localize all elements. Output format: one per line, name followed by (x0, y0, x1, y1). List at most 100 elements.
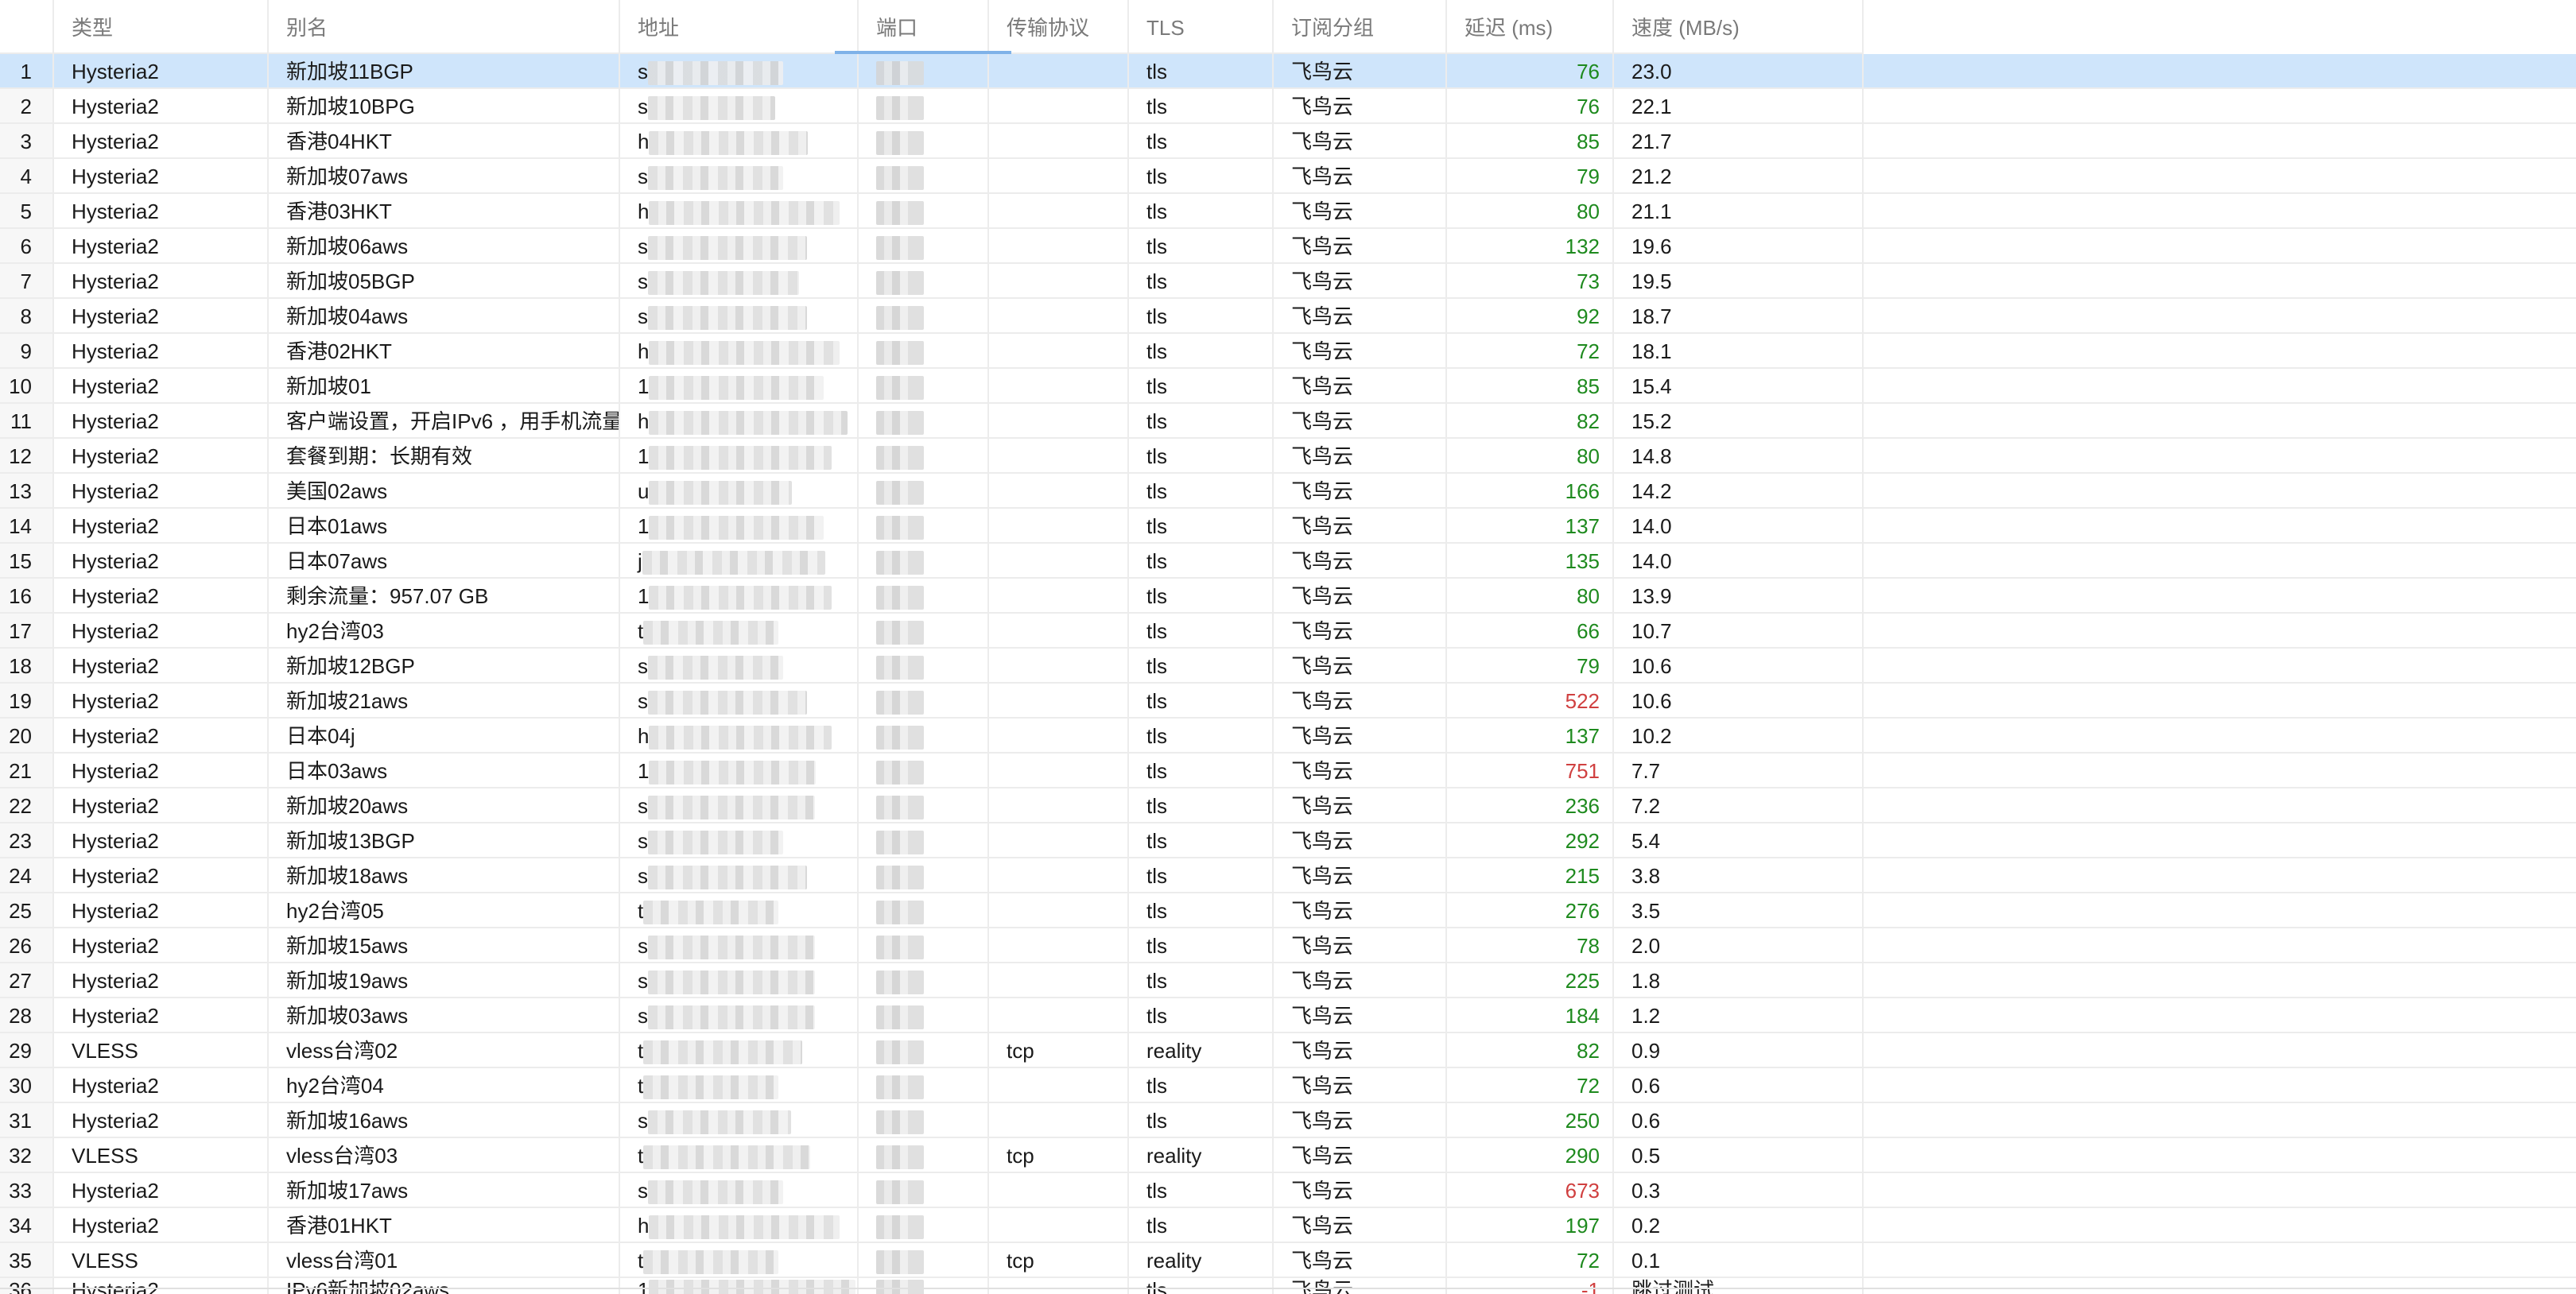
cell-idx: 12 (0, 439, 54, 472)
table-row[interactable]: 18 Hysteria2 新加坡12BGP s tls 飞鸟云 79 10.6 (0, 649, 2576, 684)
table-row[interactable]: 36 Hysteria2 IPv6新加坡02aws 1 tls 飞鸟云 -1 跳过测试 (0, 1278, 2576, 1294)
table-row[interactable]: 22 Hysteria2 新加坡20aws s tls 飞鸟云 236 7.2 (0, 788, 2576, 823)
table-row[interactable]: 26 Hysteria2 新加坡15aws s tls 飞鸟云 78 2.0 (0, 928, 2576, 963)
cell-alias: 香港01HKT (269, 1208, 620, 1242)
header-speed[interactable]: 速度 (MB/s) (1614, 0, 1864, 52)
cell-latency: 76 (1447, 89, 1614, 122)
cell-speed: 0.3 (1614, 1173, 1864, 1207)
cell-port (859, 1208, 989, 1242)
redacted-port (876, 656, 924, 680)
table-row[interactable]: 31 Hysteria2 新加坡16aws s tls 飞鸟云 250 0.6 (0, 1103, 2576, 1138)
table-row[interactable]: 7 Hysteria2 新加坡05BGP s tls 飞鸟云 73 19.5 (0, 264, 2576, 299)
table-row[interactable]: 29 VLESS vless台湾02 t tcp reality 飞鸟云 82 0.9 (0, 1033, 2576, 1068)
table-row[interactable]: 13 Hysteria2 美国02aws u tls 飞鸟云 166 14.2 (0, 474, 2576, 509)
cell-idx: 24 (0, 858, 54, 892)
table-row[interactable]: 33 Hysteria2 新加坡17aws s tls 飞鸟云 673 0.3 (0, 1173, 2576, 1208)
cell-group: 飞鸟云 (1274, 1173, 1447, 1207)
address-visible-char: s (638, 1109, 648, 1133)
cell-alias: hy2台湾04 (269, 1068, 620, 1102)
header-latency[interactable]: 延迟 (ms) (1447, 0, 1614, 52)
cell-group: 飞鸟云 (1274, 823, 1447, 857)
table-row[interactable]: 20 Hysteria2 日本04j h tls 飞鸟云 137 10.2 (0, 719, 2576, 754)
redacted-port (876, 61, 924, 86)
table-row[interactable]: 30 Hysteria2 hy2台湾04 t tls 飞鸟云 72 0.6 (0, 1068, 2576, 1103)
cell-transport (989, 404, 1129, 437)
cell-alias: vless台湾01 (269, 1243, 620, 1277)
table-row[interactable]: 12 Hysteria2 套餐到期：长期有效 1 tls 飞鸟云 80 14.8 (0, 439, 2576, 474)
table-row[interactable]: 27 Hysteria2 新加坡19aws s tls 飞鸟云 225 1.8 (0, 963, 2576, 998)
redacted-port (876, 166, 924, 191)
cell-group: 飞鸟云 (1274, 159, 1447, 192)
table-row[interactable]: 35 VLESS vless台湾01 t tcp reality 飞鸟云 72 0.1 (0, 1243, 2576, 1278)
header-group[interactable]: 订阅分组 (1274, 0, 1447, 52)
redacted-address (643, 901, 779, 925)
address-visible-char: s (638, 60, 648, 83)
table-row[interactable]: 25 Hysteria2 hy2台湾05 t tls 飞鸟云 276 3.5 (0, 893, 2576, 928)
cell-port (859, 299, 989, 332)
cell-port (859, 159, 989, 192)
cell-idx: 17 (0, 614, 54, 647)
cell-alias: 香港02HKT (269, 334, 620, 367)
cell-idx: 16 (0, 579, 54, 612)
address-visible-char: s (638, 304, 648, 328)
table-row[interactable]: 24 Hysteria2 新加坡18aws s tls 飞鸟云 215 3.8 (0, 858, 2576, 893)
cell-idx: 18 (0, 649, 54, 682)
cell-address: s (620, 1103, 859, 1137)
cell-speed: 2.0 (1614, 928, 1864, 962)
cell-address: h (620, 719, 859, 752)
table-row[interactable]: 32 VLESS vless台湾03 t tcp reality 飞鸟云 290 0.5 (0, 1138, 2576, 1173)
table-row[interactable]: 10 Hysteria2 新加坡01 1 tls 飞鸟云 85 15.4 (0, 369, 2576, 404)
header-type[interactable]: 类型 (54, 0, 269, 52)
table-row[interactable]: 9 Hysteria2 香港02HKT h tls 飞鸟云 72 18.1 (0, 334, 2576, 369)
address-visible-char: s (638, 234, 648, 258)
table-row[interactable]: 15 Hysteria2 日本07aws j tls 飞鸟云 135 14.0 (0, 544, 2576, 579)
cell-address: h (620, 194, 859, 227)
table-row[interactable]: 2 Hysteria2 新加坡10BPG s tls 飞鸟云 76 22.1 (0, 89, 2576, 124)
table-row[interactable]: 1 Hysteria2 新加坡11BGP s tls 飞鸟云 76 23.0 (0, 54, 2576, 89)
redacted-port (876, 516, 924, 540)
table-row[interactable]: 16 Hysteria2 剩余流量：957.07 GB 1 tls 飞鸟云 80 13.9 (0, 579, 2576, 614)
cell-type: Hysteria2 (54, 264, 269, 297)
cell-tls: tls (1129, 509, 1274, 542)
cell-latency: 79 (1447, 159, 1614, 192)
table-row[interactable]: 6 Hysteria2 新加坡06aws s tls 飞鸟云 132 19.6 (0, 229, 2576, 264)
header-alias[interactable]: 别名 (269, 0, 620, 52)
redacted-port (876, 970, 924, 995)
cell-address: s (620, 89, 859, 122)
address-visible-char: h (638, 339, 650, 363)
table-row[interactable]: 8 Hysteria2 新加坡04aws s tls 飞鸟云 92 18.7 (0, 299, 2576, 334)
table-row[interactable]: 28 Hysteria2 新加坡03aws s tls 飞鸟云 184 1.2 (0, 998, 2576, 1033)
redacted-port (876, 1075, 924, 1100)
table-row[interactable]: 14 Hysteria2 日本01aws 1 tls 飞鸟云 137 14.0 (0, 509, 2576, 544)
cell-port (859, 719, 989, 752)
cell-latency: 137 (1447, 509, 1614, 542)
table-row[interactable]: 23 Hysteria2 新加坡13BGP s tls 飞鸟云 292 5.4 (0, 823, 2576, 858)
cell-latency: 522 (1447, 684, 1614, 717)
cell-type: Hysteria2 (54, 54, 269, 87)
cell-port (859, 404, 989, 437)
table-row[interactable]: 11 Hysteria2 客户端设置，开启IPv6 ，用手机流量试 h tls 飞鸟云 82… (0, 404, 2576, 439)
cell-transport (989, 1068, 1129, 1102)
cell-latency: 132 (1447, 229, 1614, 262)
cell-latency: 85 (1447, 124, 1614, 157)
table-row[interactable]: 17 Hysteria2 hy2台湾03 t tls 飞鸟云 66 10.7 (0, 614, 2576, 649)
header-transport[interactable]: 传输协议 (989, 0, 1129, 52)
table-row[interactable]: 3 Hysteria2 香港04HKT h tls 飞鸟云 85 21.7 (0, 124, 2576, 159)
header-address[interactable]: 地址 (620, 0, 859, 52)
cell-transport (989, 299, 1129, 332)
cell-alias: 香港04HKT (269, 124, 620, 157)
table-row[interactable]: 4 Hysteria2 新加坡07aws s tls 飞鸟云 79 21.2 (0, 159, 2576, 194)
redacted-port (876, 1250, 924, 1275)
cell-type: Hysteria2 (54, 369, 269, 402)
cell-port (859, 893, 989, 927)
cell-latency: 184 (1447, 998, 1614, 1032)
header-port[interactable]: 端口 (835, 0, 1011, 54)
table-row[interactable]: 21 Hysteria2 日本03aws 1 tls 飞鸟云 751 7.7 (0, 754, 2576, 788)
table-row[interactable]: 34 Hysteria2 香港01HKT h tls 飞鸟云 197 0.2 (0, 1208, 2576, 1243)
cell-idx: 19 (0, 684, 54, 717)
table-row[interactable]: 5 Hysteria2 香港03HKT h tls 飞鸟云 80 21.1 (0, 194, 2576, 229)
cell-latency: 290 (1447, 1138, 1614, 1172)
table-row[interactable]: 19 Hysteria2 新加坡21aws s tls 飞鸟云 522 10.6 (0, 684, 2576, 719)
cell-port (859, 509, 989, 542)
header-tls[interactable]: TLS (1129, 0, 1274, 52)
